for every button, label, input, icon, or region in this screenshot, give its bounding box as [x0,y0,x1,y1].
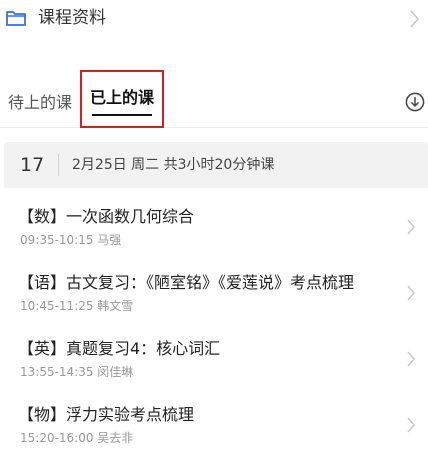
tab-completed-label: 已上的课 [89,88,154,107]
chevron-right-icon [407,417,415,433]
lesson-item[interactable]: 【物】浮力实验考点梳理 15:20-16:00 吴去非 [4,404,428,459]
lesson-title: 【英】真题复习4：核心词汇 [18,339,221,358]
lesson-item[interactable]: 【数】一次函数几何综合 09:35-10:15 马强 [4,206,428,266]
lesson-title: 【数】一次函数几何综合 [18,207,195,226]
day-summary: 2月25日 周二 共3小时20分钟课 [72,157,275,173]
lesson-item[interactable]: 【英】真题复习4：核心词汇 13:55-14:35 闵佳琳 [4,338,428,398]
chevron-right-icon [407,351,415,367]
lesson-time-teacher: 10:45-11:25 韩文雪 [20,299,134,313]
course-materials-header[interactable]: 课程资料 [0,0,428,40]
header-title: 课程资料 [38,8,106,28]
active-tab-indicator [92,114,152,116]
lesson-item[interactable]: 【语】古文复习：《陋室铭》《爱莲说》考点梳理 10:45-11:25 韩文雪 [4,272,428,332]
chevron-right-icon [407,219,415,235]
day-number: 17 [20,154,45,176]
lesson-tabs: 待上的课 已上的课 [0,70,428,128]
day-header: 17 2月25日 周二 共3小时20分钟课 [4,142,428,188]
lesson-title: 【物】浮力实验考点梳理 [18,405,195,424]
lesson-time-teacher: 15:20-16:00 吴去非 [20,431,134,445]
lesson-time-teacher: 13:55-14:35 闵佳琳 [20,365,134,379]
lesson-title: 【语】古文复习：《陋室铭》《爱莲说》考点梳理 [18,273,355,292]
chevron-right-icon[interactable] [408,8,420,30]
tab-completed[interactable]: 已上的课 [80,70,164,128]
day-schedule-card: 17 2月25日 周二 共3小时20分钟课 【数】一次函数几何综合 09:35-… [4,142,428,459]
folder-icon [6,11,26,26]
download-circle-icon[interactable] [405,92,425,112]
lesson-time-teacher: 09:35-10:15 马强 [20,233,122,247]
divider [58,154,59,176]
chevron-right-icon [407,285,415,301]
tab-upcoming[interactable]: 待上的课 [8,78,72,128]
